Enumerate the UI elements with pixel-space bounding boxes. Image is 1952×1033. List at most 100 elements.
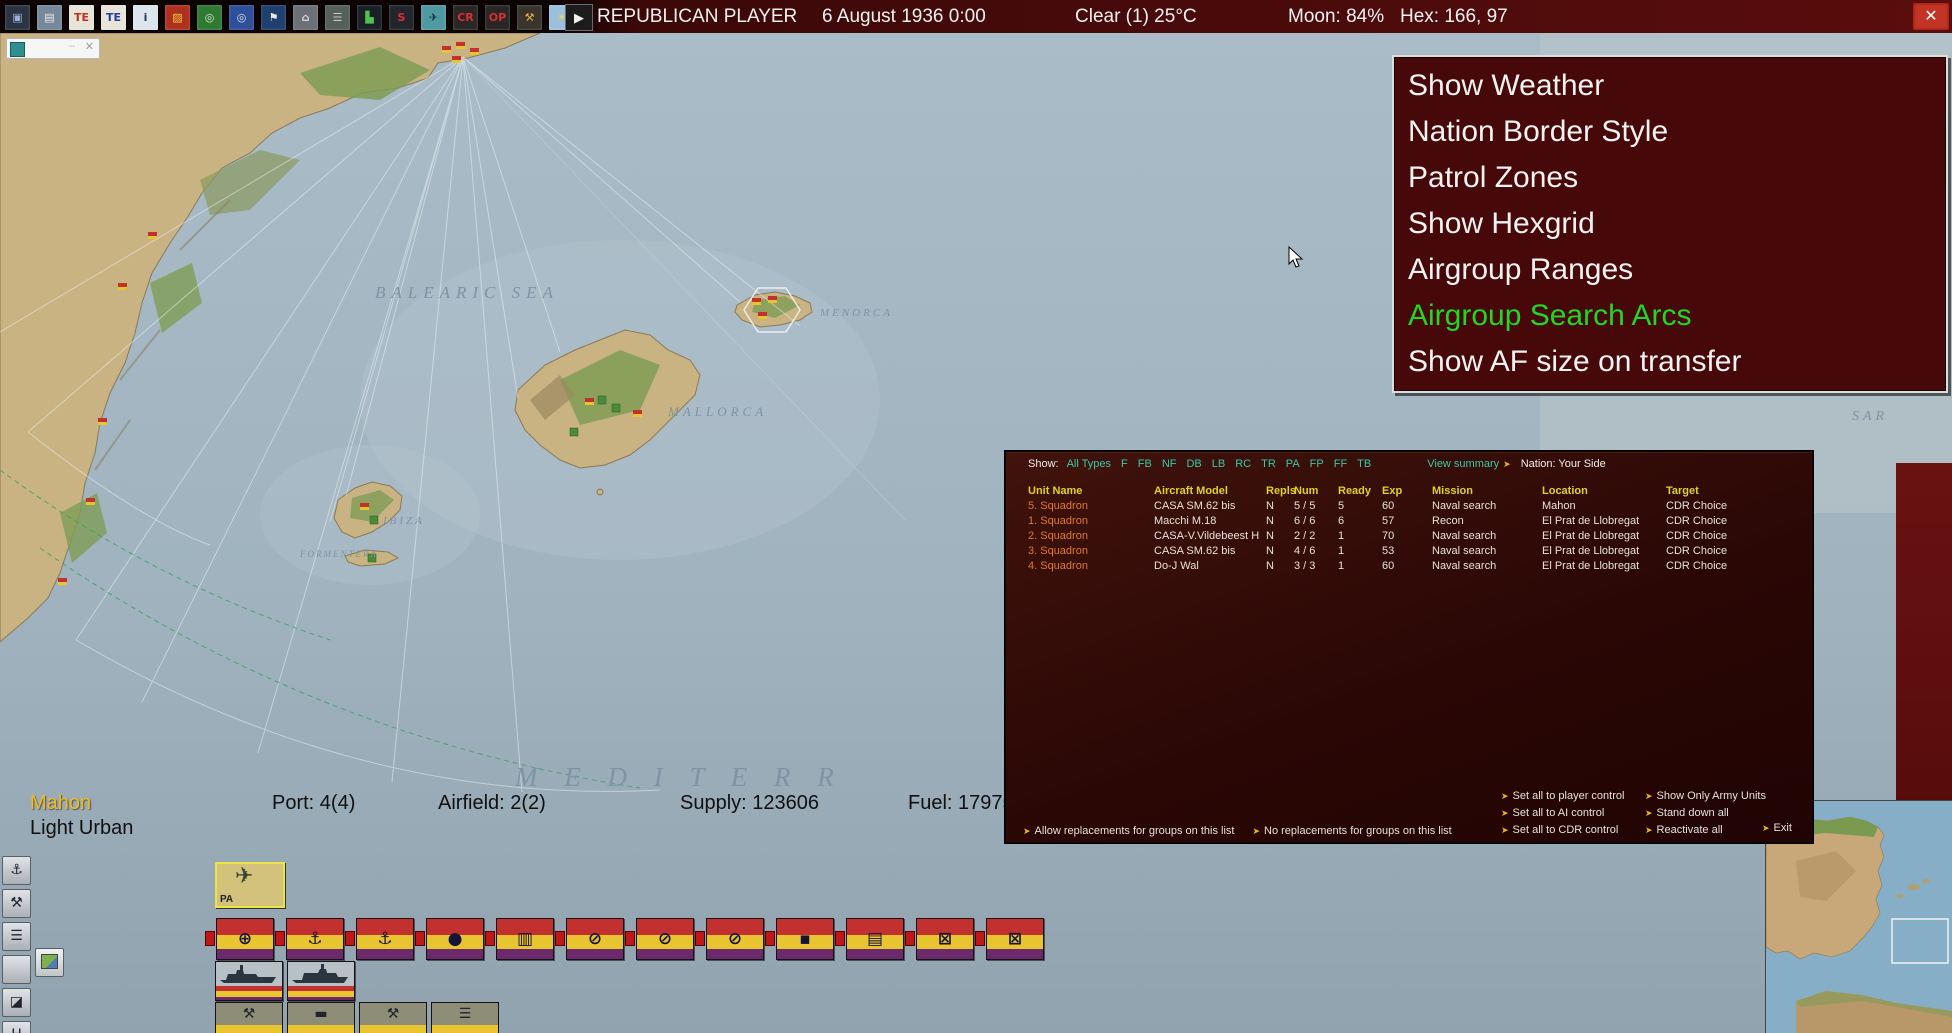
naval-counter[interactable]: ⊘ — [555, 916, 625, 960]
engineer-tool-button[interactable]: ⚒ — [2, 889, 31, 918]
footer-command[interactable]: Show Only Army Units — [1641, 788, 1766, 805]
jump-map-blue-icon[interactable]: ◎ — [228, 4, 255, 31]
naval-counter[interactable]: ⊠ — [975, 916, 1045, 960]
naval-counter[interactable]: ▤ — [835, 916, 905, 960]
air-transfer-icon[interactable]: ✈ — [420, 4, 447, 31]
naval-counter[interactable]: ⊘ — [625, 916, 695, 960]
filter-type[interactable]: RC — [1235, 458, 1251, 470]
mini-window[interactable]: – ✕ — [6, 38, 100, 59]
naval-unit-row: ⊕ ⚓ ⚓ ● ▥ ⊘ ⊘ ⊘ ▪ ▤ ⊠ ⊠ — [205, 916, 1045, 960]
column-header[interactable]: Location — [1542, 485, 1666, 497]
close-icon[interactable]: ✕ — [85, 40, 94, 53]
filter-type[interactable]: TB — [1357, 458, 1371, 470]
footer-command[interactable]: Set all to CDR control — [1497, 822, 1624, 839]
airgroup-row[interactable]: 1. Squadron Macchi M.18 N 6 / 6 6 57 Recon El P… — [1006, 514, 1812, 529]
column-header[interactable]: Mission — [1432, 485, 1542, 497]
ship-silhouette-icon — [220, 965, 276, 983]
label-formentera: FORMENTERA — [299, 549, 378, 559]
port-icon[interactable]: ⚒ — [516, 4, 543, 31]
ship-counter[interactable] — [287, 961, 355, 1001]
support-counter[interactable]: ⚒ — [205, 1002, 283, 1033]
exit-button[interactable]: Exit — [1758, 822, 1792, 834]
column-header[interactable]: Aircraft Model — [1154, 485, 1266, 497]
support-counter[interactable]: ▬ — [277, 1002, 355, 1033]
footer-command[interactable]: No replacements for groups on this list — [1248, 825, 1451, 837]
column-header[interactable]: Exp — [1382, 485, 1432, 497]
naval-counter[interactable]: ⊘ — [695, 916, 765, 960]
info-screens-icon[interactable]: i — [132, 4, 159, 31]
rail-transport-icon[interactable]: ☰ — [324, 4, 351, 31]
air-unit-counter[interactable]: ✈ PA — [215, 862, 285, 908]
filter-type[interactable]: FB — [1138, 458, 1152, 470]
commanders-report-icon[interactable]: CR — [452, 4, 479, 31]
ship-silhouette-icon — [292, 964, 348, 983]
column-header[interactable]: Repls — [1266, 485, 1296, 497]
filter-type[interactable]: F — [1121, 458, 1128, 470]
column-header[interactable]: Ready — [1338, 485, 1382, 497]
menu-item-patrol-zones[interactable]: Patrol Zones — [1394, 155, 1946, 201]
menu-item-nation-border-style[interactable]: Nation Border Style — [1394, 109, 1946, 155]
footer-command[interactable]: Stand down all — [1641, 805, 1766, 822]
naval-counter[interactable]: ⊕ — [205, 916, 275, 960]
ship-counter[interactable] — [215, 961, 283, 1001]
footer-command[interactable]: Set all to player control — [1497, 788, 1624, 805]
column-header[interactable]: Num — [1294, 485, 1338, 497]
support-counter[interactable]: ☰ — [421, 1002, 499, 1033]
arrow-icon — [1645, 807, 1653, 819]
filter-type[interactable]: NF — [1162, 458, 1177, 470]
rail-repair-tool-button[interactable]: ☰ — [2, 922, 31, 951]
column-header[interactable]: Target — [1666, 485, 1834, 497]
operations-icon[interactable]: OP — [484, 4, 511, 31]
label-mallorca: MALLORCA — [667, 404, 767, 419]
view-summary-link[interactable]: View summary — [1427, 458, 1499, 470]
victory-flag-icon[interactable]: ⚑ — [260, 4, 287, 31]
support-counter[interactable]: ⚒ — [349, 1002, 427, 1033]
losses-icon[interactable]: ▨ — [164, 4, 191, 31]
filter-all-types[interactable]: All Types — [1067, 458, 1111, 470]
next-phase-button[interactable]: ▶ — [565, 4, 593, 31]
filter-type[interactable]: DB — [1186, 458, 1201, 470]
menu-item-show-weather[interactable]: Show Weather — [1394, 63, 1946, 109]
hotkey-h-button[interactable]: H — [2, 1021, 31, 1033]
ledger-icon[interactable]: ▤ — [36, 4, 63, 31]
naval-counter[interactable]: ⚓ — [345, 916, 415, 960]
footer-command[interactable]: Allow replacements for groups on this li… — [1019, 825, 1234, 837]
toe-icon[interactable]: TE — [100, 4, 127, 31]
ground-elements-icon[interactable]: TE — [68, 4, 95, 31]
menu-item-airgroup-search-arcs[interactable]: Airgroup Search Arcs — [1394, 293, 1946, 339]
close-button[interactable]: ✕ — [1913, 3, 1949, 30]
airgroup-row[interactable]: 4. Squadron Do-J Wal N 3 / 3 1 60 Naval search… — [1006, 559, 1812, 574]
filter-type[interactable]: FP — [1310, 458, 1324, 470]
naval-counter[interactable]: ● — [415, 916, 485, 960]
airgroup-row[interactable]: 5. Squadron CASA SM.62 bis N 5 / 5 5 60 Naval … — [1006, 499, 1812, 514]
naval-counter[interactable]: ▪ — [765, 916, 835, 960]
filter-type[interactable]: LB — [1212, 458, 1225, 470]
empty-tool-button[interactable] — [2, 955, 31, 984]
footer-command[interactable]: Reactivate all — [1641, 822, 1766, 839]
charts-icon[interactable]: ▙ — [356, 4, 383, 31]
column-header[interactable]: Unit Name — [1028, 485, 1154, 497]
airgroup-row[interactable]: 2. Squadron CASA-V.Vildebeest HN2 / 2 1 70 N… — [1006, 529, 1812, 544]
minimize-icon[interactable]: – — [69, 40, 75, 52]
filter-type[interactable]: FF — [1334, 458, 1347, 470]
overlay-tool-button[interactable]: ◪ — [2, 988, 31, 1017]
arrow-icon — [1023, 825, 1031, 837]
filter-type[interactable]: PA — [1286, 458, 1300, 470]
port-tool-button[interactable]: ⚓ — [2, 856, 31, 885]
nation-filter[interactable]: Nation: Your Side — [1521, 458, 1606, 470]
screenshot-tool-button[interactable] — [35, 948, 64, 977]
menu-item-airgroup-ranges[interactable]: Airgroup Ranges — [1394, 247, 1946, 293]
naval-counter[interactable]: ⚓ — [275, 916, 345, 960]
menu-item-show-hexgrid[interactable]: Show Hexgrid — [1394, 201, 1946, 247]
industry-icon[interactable]: ⌂ — [292, 4, 319, 31]
footer-command[interactable]: Set all to AI control — [1497, 805, 1624, 822]
picture-icon — [41, 954, 58, 969]
save-icon[interactable]: ▣ — [4, 4, 31, 31]
airgroup-row[interactable]: 3. Squadron CASA SM.62 bis N 4 / 6 1 53 Naval … — [1006, 544, 1812, 559]
naval-counter[interactable]: ⊠ — [905, 916, 975, 960]
jump-map-green-icon[interactable]: ◎ — [196, 4, 223, 31]
filter-type[interactable]: TR — [1261, 458, 1276, 470]
supply-icon[interactable]: S — [388, 4, 415, 31]
naval-counter[interactable]: ▥ — [485, 916, 555, 960]
menu-item-show-af-size[interactable]: Show AF size on transfer — [1394, 339, 1946, 385]
